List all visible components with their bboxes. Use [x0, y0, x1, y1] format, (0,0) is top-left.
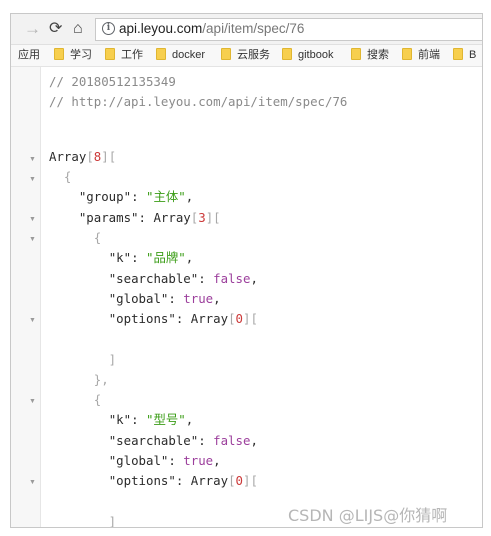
- bookmark-folder-docker[interactable]: docker: [156, 45, 205, 66]
- bookmark-label: gitbook: [298, 49, 334, 61]
- collapse-triangle-icon[interactable]: ▼: [29, 155, 36, 165]
- collapse-triangle-icon[interactable]: ▼: [29, 397, 36, 407]
- bookmark-label: B: [469, 49, 477, 61]
- folder-icon: [105, 48, 115, 60]
- url-host: api.leyou.com: [119, 21, 203, 36]
- collapse-triangle-icon[interactable]: ▼: [29, 478, 36, 488]
- folder-icon: [54, 48, 64, 60]
- bookmark-label: 工作: [121, 49, 143, 61]
- browser-window: → ⟳ ⌂ i api.leyou.com/api/item/spec/76 应…: [10, 13, 483, 528]
- collapse-triangle-icon[interactable]: ▼: [29, 215, 36, 225]
- folder-icon: [282, 48, 292, 60]
- bookmarks-bar: 应用 学习 工作 docker 云服务 gitbook 搜索 前端 B: [11, 45, 482, 67]
- code-line: Array[8][: [49, 149, 117, 164]
- url-path: /api/item/spec/76: [202, 21, 305, 36]
- bookmark-folder-cloud[interactable]: 云服务: [221, 45, 270, 66]
- bookmark-label: docker: [172, 49, 206, 61]
- collapse-triangle-icon[interactable]: ▼: [29, 175, 36, 185]
- url-text[interactable]: api.leyou.com/api/item/spec/76: [119, 21, 304, 37]
- browser-toolbar: → ⟳ ⌂ i api.leyou.com/api/item/spec/76: [11, 14, 482, 45]
- code-line: ]: [49, 514, 117, 528]
- code-line: "options": Array[0][: [108, 473, 258, 488]
- code-line: "searchable": false,: [108, 271, 258, 286]
- fold-gutter: ▼ ▼ ▼ ▼ ▼ ▼ ▼: [11, 67, 41, 527]
- bookmark-folder-b[interactable]: B: [453, 45, 476, 66]
- bookmark-folder-work[interactable]: 工作: [105, 45, 143, 66]
- collapse-triangle-icon[interactable]: ▼: [29, 316, 36, 326]
- code-line: "params": Array[3][: [78, 210, 221, 225]
- comment-timestamp: // 20180512135349: [49, 74, 176, 89]
- bookmark-folder-gitbook[interactable]: gitbook: [282, 45, 333, 66]
- bookmark-folder-frontend[interactable]: 前端: [402, 45, 440, 66]
- home-icon[interactable]: ⌂: [73, 19, 83, 39]
- comment-url: // http://api.leyou.com/api/item/spec/76: [49, 94, 348, 109]
- bookmark-label: 搜索: [367, 49, 389, 61]
- folder-icon: [221, 48, 231, 60]
- code-line: "global": true,: [108, 291, 221, 306]
- code-line: "k": "型号",: [108, 412, 194, 427]
- code-line: ]: [49, 352, 117, 367]
- code-line: "k": "品牌",: [108, 250, 194, 265]
- watermark: CSDN @LIJS@你猜啊: [288, 506, 448, 525]
- bookmark-label: 前端: [418, 49, 440, 61]
- address-bar[interactable]: i api.leyou.com/api/item/spec/76: [95, 18, 482, 41]
- bookmark-apps[interactable]: 应用: [18, 45, 40, 66]
- info-icon[interactable]: i: [102, 22, 115, 35]
- code-line: },: [49, 372, 109, 387]
- folder-icon: [402, 48, 412, 60]
- code-line: "searchable": false,: [108, 433, 258, 448]
- code-line: {: [49, 169, 72, 184]
- folder-icon: [156, 48, 166, 60]
- code-line: {: [49, 392, 102, 407]
- bookmark-folder-search[interactable]: 搜索: [351, 45, 389, 66]
- json-viewer: // 20180512135349 // http://api.leyou.co…: [49, 67, 482, 527]
- bookmark-label: 学习: [70, 49, 92, 61]
- collapse-triangle-icon[interactable]: ▼: [29, 235, 36, 245]
- reload-icon[interactable]: ⟳: [49, 19, 62, 39]
- bookmark-folder-study[interactable]: 学习: [54, 45, 92, 66]
- back-arrow-icon[interactable]: →: [24, 19, 41, 39]
- code-line: "options": Array[0][: [108, 311, 258, 326]
- folder-icon: [453, 48, 463, 60]
- folder-icon: [351, 48, 361, 60]
- code-line: {: [49, 230, 102, 245]
- code-line: "global": true,: [108, 453, 221, 468]
- bookmark-label: 云服务: [237, 49, 270, 61]
- code-line: "group": "主体",: [78, 189, 194, 204]
